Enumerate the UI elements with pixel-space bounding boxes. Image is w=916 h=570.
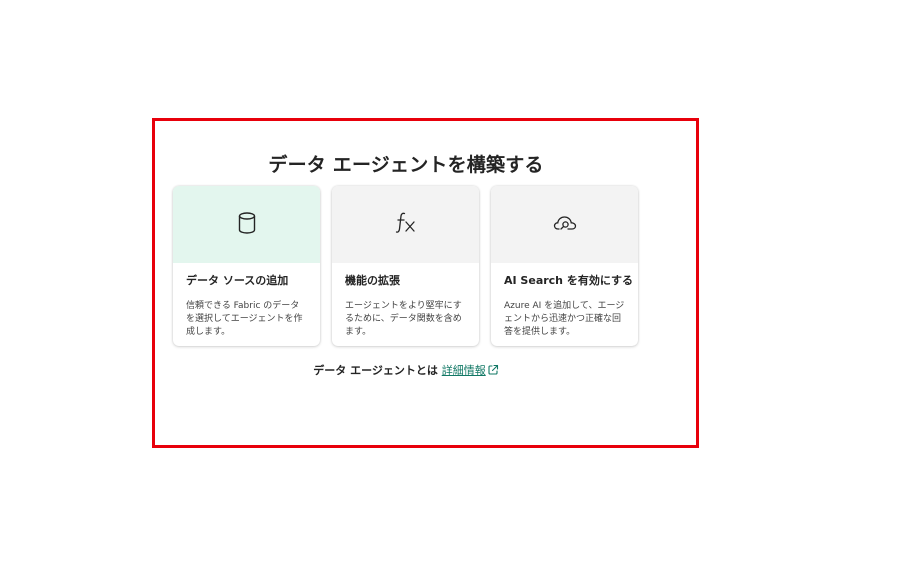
cloud-search-icon [553,214,577,236]
card-header [332,186,479,263]
card-add-data-source[interactable]: データ ソースの追加 信頼できる Fabric のデータを選択してエージェントを… [173,186,320,346]
card-header [173,186,320,263]
card-description: Azure AI を追加して、エージェントから迅速かつ正確な回答を提供します。 [504,301,625,337]
card-description: エージェントをより堅牢にするために、データ関数を含めます。 [345,301,462,337]
card-title: 機能の拡張 [345,274,400,287]
database-icon [237,211,257,239]
page-title: データ エージェントを構築する [268,154,544,176]
card-description: 信頼できる Fabric のデータを選択してエージェントを作成します。 [186,301,303,337]
footer-text: データ エージェントとは [313,364,438,377]
function-icon [395,211,417,239]
external-link-icon[interactable] [487,364,499,379]
card-title: データ ソースの追加 [186,274,289,287]
card-header [491,186,638,263]
learn-more-link[interactable]: 詳細情報 [442,364,486,377]
card-enable-ai-search[interactable]: AI Search を有効にする Azure AI を追加して、エージェントから… [491,186,638,346]
card-list: データ ソースの追加 信頼できる Fabric のデータを選択してエージェントを… [173,186,638,346]
learn-more-row: データ エージェントとは 詳細情報 [0,362,812,379]
card-extend-functions[interactable]: 機能の拡張 エージェントをより堅牢にするために、データ関数を含めます。 [332,186,479,346]
card-title: AI Search を有効にする [504,274,633,287]
